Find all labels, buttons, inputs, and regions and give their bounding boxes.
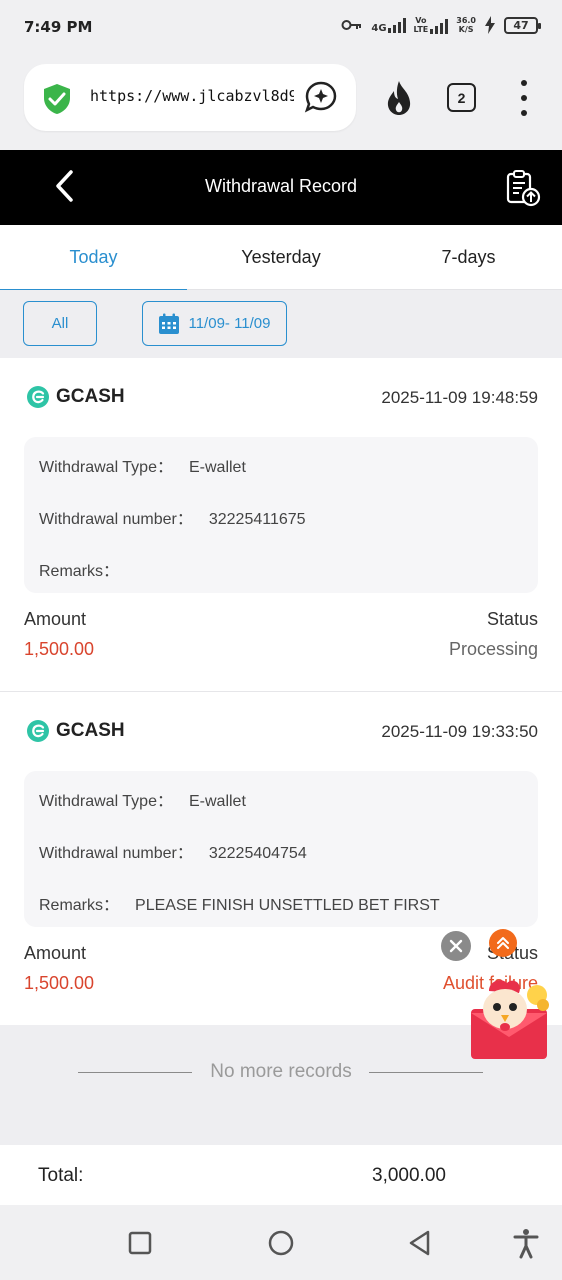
ai-assistant-icon[interactable] xyxy=(304,80,338,114)
record-details: Withdrawal Type： E-wallet Withdrawal numb… xyxy=(24,771,538,927)
record-list: GCASH 2025-11-09 19:48:59 Withdrawal Typ… xyxy=(0,358,562,1026)
date-range-button[interactable]: 11/09- 11/09 xyxy=(142,301,287,346)
status-bar: 7:49 PM 4G Vo LTE 36.0 K/S 47 xyxy=(0,0,562,56)
amount-label: Amount xyxy=(24,943,87,963)
total-value: 3,000.00 xyxy=(372,1165,446,1186)
withdrawal-type-value: E-wallet xyxy=(188,459,246,476)
withdrawal-number-row: Withdrawal number： 32225404754 xyxy=(39,839,307,863)
amount-label: Amount xyxy=(24,609,87,629)
battery-icon: 47 xyxy=(504,16,541,34)
volte-label: Vo LTE xyxy=(414,16,429,34)
url-text[interactable]: https://www.jlcabzvl8d97rk xyxy=(90,87,294,105)
gcash-logo-icon xyxy=(27,386,49,408)
page-title: Withdrawal Record xyxy=(204,176,358,196)
network-speed: 36.0 K/S xyxy=(456,16,476,34)
tab-switcher-button[interactable]: 2 xyxy=(447,83,476,112)
calendar-icon xyxy=(159,313,180,334)
status-value: Processing xyxy=(448,639,538,659)
date-tabs: Today Yesterday 7-days xyxy=(0,225,562,291)
filter-all-label: All xyxy=(51,315,69,332)
total-bar: Total: 3,000.00 xyxy=(0,1145,562,1205)
tab-today[interactable]: Today xyxy=(0,225,187,291)
fire-icon[interactable] xyxy=(382,80,416,116)
withdrawal-number-label: Withdrawal number： xyxy=(39,845,193,862)
provider-name: GCASH xyxy=(56,386,125,407)
recent-apps-icon[interactable] xyxy=(124,1227,156,1259)
withdrawal-number-row: Withdrawal number： 32225411675 xyxy=(39,505,306,529)
address-bar[interactable]: https://www.jlcabzvl8d97rk xyxy=(24,64,356,131)
speed-value: 36.0 xyxy=(456,16,476,25)
amount-value: 1,500.00 xyxy=(24,639,95,659)
remarks-label: Remarks： xyxy=(39,563,120,580)
rooster-promo-icon[interactable] xyxy=(467,975,551,1063)
network-type-label: 4G xyxy=(371,23,387,34)
status-icons: 4G Vo LTE 36.0 K/S 47 xyxy=(341,16,541,34)
browser-toolbar: https://www.jlcabzvl8d97rk 2 xyxy=(0,56,562,150)
filter-bar: All 11/09- 11/09 xyxy=(0,290,562,358)
remarks-row: Remarks： PLEASE FINISH UNSETTLED BET FIRS… xyxy=(39,891,440,915)
record-details: Withdrawal Type： E-wallet Withdrawal numb… xyxy=(24,437,538,593)
provider-name: GCASH xyxy=(56,720,125,741)
speed-unit: K/S xyxy=(458,25,474,34)
shield-check-icon[interactable] xyxy=(40,82,74,116)
amount-value: 1,500.00 xyxy=(24,973,95,993)
remarks-value: PLEASE FINISH UNSETTLED BET FIRST xyxy=(135,897,440,914)
gcash-logo-icon xyxy=(27,720,49,742)
withdrawal-type-row: Withdrawal Type： E-wallet xyxy=(39,453,246,477)
record-datetime: 2025-11-09 19:48:59 xyxy=(381,388,538,407)
page-header: Withdrawal Record xyxy=(0,150,562,225)
volte-top: Vo xyxy=(415,16,427,25)
withdrawal-type-label: Withdrawal Type： xyxy=(39,793,173,810)
status-label: Status xyxy=(486,609,538,629)
clipboard-upload-icon[interactable] xyxy=(502,168,542,208)
status-time: 7:49 PM xyxy=(24,18,93,36)
remarks-row: Remarks： xyxy=(39,557,135,581)
signal-icon xyxy=(430,18,449,34)
provider: GCASH xyxy=(26,719,125,743)
battery-level: 47 xyxy=(513,18,529,32)
divider xyxy=(369,1072,483,1073)
more-vertical-icon[interactable] xyxy=(514,80,534,116)
accessibility-icon[interactable] xyxy=(510,1227,542,1259)
withdrawal-number-value: 32225411675 xyxy=(208,511,306,528)
tab-count: 2 xyxy=(457,89,466,106)
tab-yesterday[interactable]: Yesterday xyxy=(187,225,375,290)
volte-bottom: LTE xyxy=(413,25,429,34)
provider: GCASH xyxy=(26,385,125,409)
close-icon[interactable] xyxy=(441,931,471,961)
charging-icon xyxy=(485,16,495,34)
record-card[interactable]: GCASH 2025-11-09 19:48:59 Withdrawal Typ… xyxy=(0,358,562,692)
withdrawal-type-value: E-wallet xyxy=(188,793,246,810)
back-icon[interactable] xyxy=(404,1227,436,1259)
withdrawal-type-row: Withdrawal Type： E-wallet xyxy=(39,787,246,811)
date-range-label: 11/09- 11/09 xyxy=(188,315,271,332)
total-label: Total: xyxy=(38,1165,84,1186)
tab-7-days[interactable]: 7-days xyxy=(375,225,562,290)
withdrawal-number-value: 32225404754 xyxy=(208,845,307,862)
home-icon[interactable] xyxy=(265,1227,297,1259)
withdrawal-type-label: Withdrawal Type： xyxy=(39,459,173,476)
withdrawal-number-label: Withdrawal number： xyxy=(39,511,193,528)
record-datetime: 2025-11-09 19:33:50 xyxy=(381,722,538,741)
filter-all-button[interactable]: All xyxy=(23,301,97,346)
key-icon xyxy=(341,20,362,30)
signal-icon xyxy=(387,17,406,33)
system-nav-bar xyxy=(0,1205,562,1280)
scroll-top-icon[interactable] xyxy=(489,929,517,957)
remarks-label: Remarks： xyxy=(39,897,120,914)
